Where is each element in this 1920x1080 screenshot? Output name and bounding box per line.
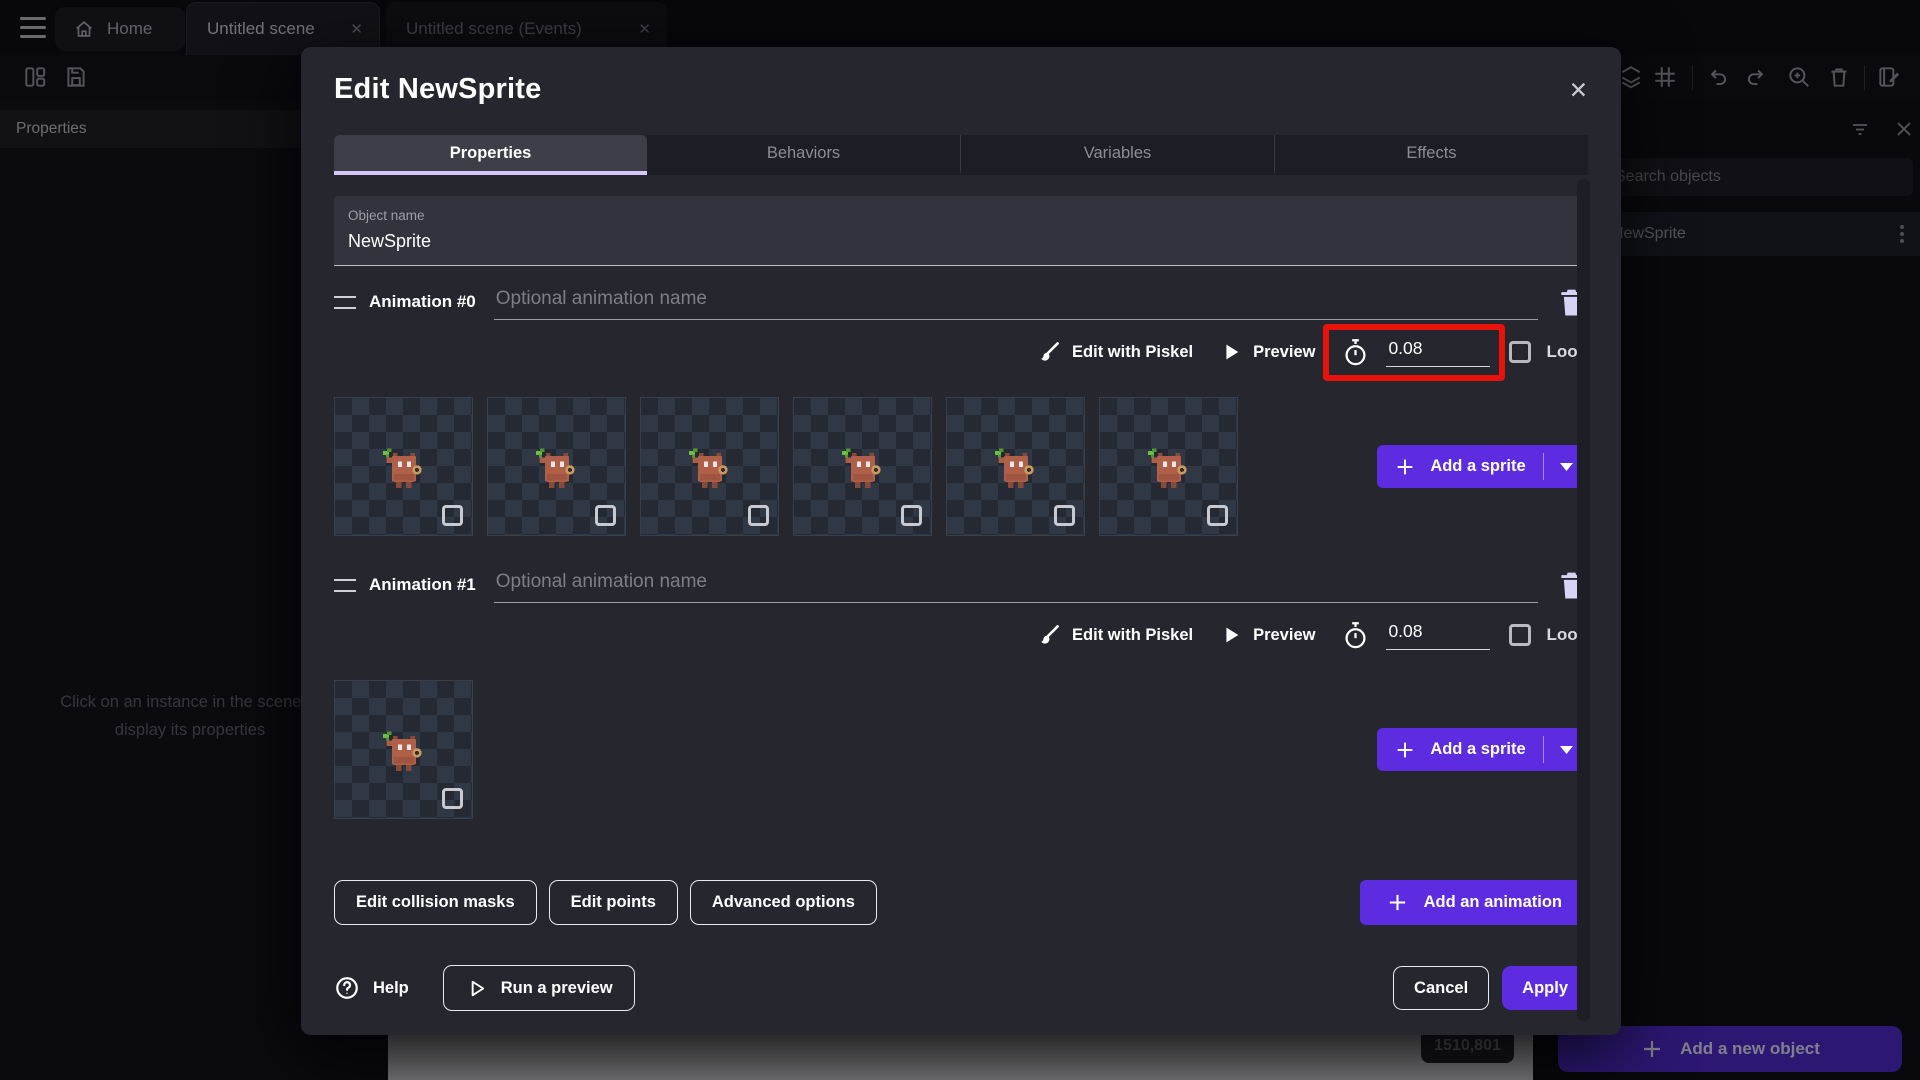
edit-collision-masks-button[interactable]: Edit collision masks [334, 880, 537, 925]
pig-sprite [1147, 448, 1187, 488]
play-outline-icon [471, 980, 484, 996]
tab-properties[interactable]: Properties [334, 135, 647, 175]
preview-button[interactable]: Preview [1220, 341, 1315, 363]
plus-icon [1397, 459, 1413, 474]
object-name-field-label: Object name [348, 208, 425, 223]
frames-list [334, 680, 1377, 819]
sprite-frame[interactable] [334, 397, 473, 536]
add-animation-button[interactable]: Add an animation [1359, 880, 1588, 925]
pig-sprite [688, 448, 728, 488]
tab-effects[interactable]: Effects [1274, 135, 1588, 175]
sprite-frame[interactable] [487, 397, 626, 536]
pig-sprite [382, 448, 422, 488]
preview-button[interactable]: Preview [1220, 624, 1315, 646]
sprite-frame[interactable] [334, 680, 473, 819]
add-sprite-button[interactable]: Add a sprite [1377, 728, 1588, 771]
cancel-button[interactable]: Cancel [1393, 966, 1490, 1010]
plus-icon [1397, 742, 1413, 757]
tab-behaviors[interactable]: Behaviors [647, 135, 960, 175]
frames-list [334, 397, 1377, 536]
pig-sprite [535, 448, 575, 488]
time-between-frames-field-highlighted [1323, 323, 1506, 381]
run-preview-button[interactable]: Run a preview [442, 965, 635, 1011]
tab-variables[interactable]: Variables [960, 135, 1274, 175]
play-icon [1226, 344, 1239, 360]
animation-label: Animation #0 [369, 292, 476, 311]
dialog-close-icon[interactable]: ✕ [1569, 79, 1588, 102]
animation-name-input[interactable] [493, 567, 1538, 603]
sprite-frame[interactable] [640, 397, 779, 536]
sprite-frame[interactable] [946, 397, 1085, 536]
help-icon [336, 977, 358, 999]
brush-icon [1041, 625, 1059, 644]
animation-label: Animation #1 [369, 575, 476, 594]
frame-checkbox[interactable] [442, 505, 463, 526]
object-name-input[interactable] [348, 231, 1574, 252]
pig-sprite [841, 448, 881, 488]
dialog-title: Edit NewSprite [334, 73, 542, 105]
edit-with-piskel-button[interactable]: Edit with Piskel [1037, 340, 1193, 364]
loop-checkbox[interactable] [1509, 341, 1532, 363]
frame-checkbox[interactable] [1207, 505, 1228, 526]
timer-icon [1345, 338, 1366, 365]
frame-checkbox[interactable] [442, 788, 463, 809]
edit-object-dialog: Edit NewSprite ✕ Properties Behaviors Va… [301, 47, 1621, 1035]
frame-checkbox[interactable] [595, 505, 616, 526]
sprite-frame[interactable] [793, 397, 932, 536]
add-sprite-button[interactable]: Add a sprite [1377, 445, 1588, 488]
brush-icon [1041, 342, 1059, 361]
edit-points-button[interactable]: Edit points [548, 880, 678, 925]
drag-handle-icon[interactable] [334, 578, 356, 592]
animation-section-1: Animation #1 Edit with Piskel [334, 566, 1588, 819]
loop-checkbox[interactable] [1509, 624, 1532, 646]
pig-sprite [994, 448, 1034, 488]
edit-with-piskel-button[interactable]: Edit with Piskel [1037, 623, 1193, 647]
chevron-down-icon [1559, 745, 1573, 754]
app-screen: Home Untitled scene ✕ Untitled scene (Ev… [0, 0, 1920, 1080]
drag-handle-icon[interactable] [334, 295, 356, 309]
dialog-scrollbar[interactable] [1577, 179, 1590, 1021]
apply-button[interactable]: Apply [1502, 966, 1588, 1010]
timer-icon [1345, 621, 1366, 648]
chevron-down-icon [1559, 462, 1573, 471]
animation-name-input[interactable] [493, 284, 1538, 320]
dialog-tabs: Properties Behaviors Variables Effects [334, 135, 1588, 175]
plus-icon [1389, 894, 1405, 911]
advanced-options-button[interactable]: Advanced options [689, 880, 877, 925]
pig-sprite [382, 731, 422, 771]
time-between-frames-input[interactable] [1386, 337, 1491, 367]
sprite-frame[interactable] [1099, 397, 1238, 536]
frame-checkbox[interactable] [1054, 505, 1075, 526]
animation-section-0: Animation #0 Edit with Piskel [334, 283, 1588, 536]
time-between-frames-field [1323, 607, 1505, 664]
help-button[interactable]: Help [334, 975, 409, 1001]
object-name-field[interactable]: Object name [334, 196, 1588, 266]
frame-checkbox[interactable] [901, 505, 922, 526]
play-icon [1226, 627, 1239, 643]
frame-checkbox[interactable] [748, 505, 769, 526]
time-between-frames-input[interactable] [1386, 620, 1491, 650]
